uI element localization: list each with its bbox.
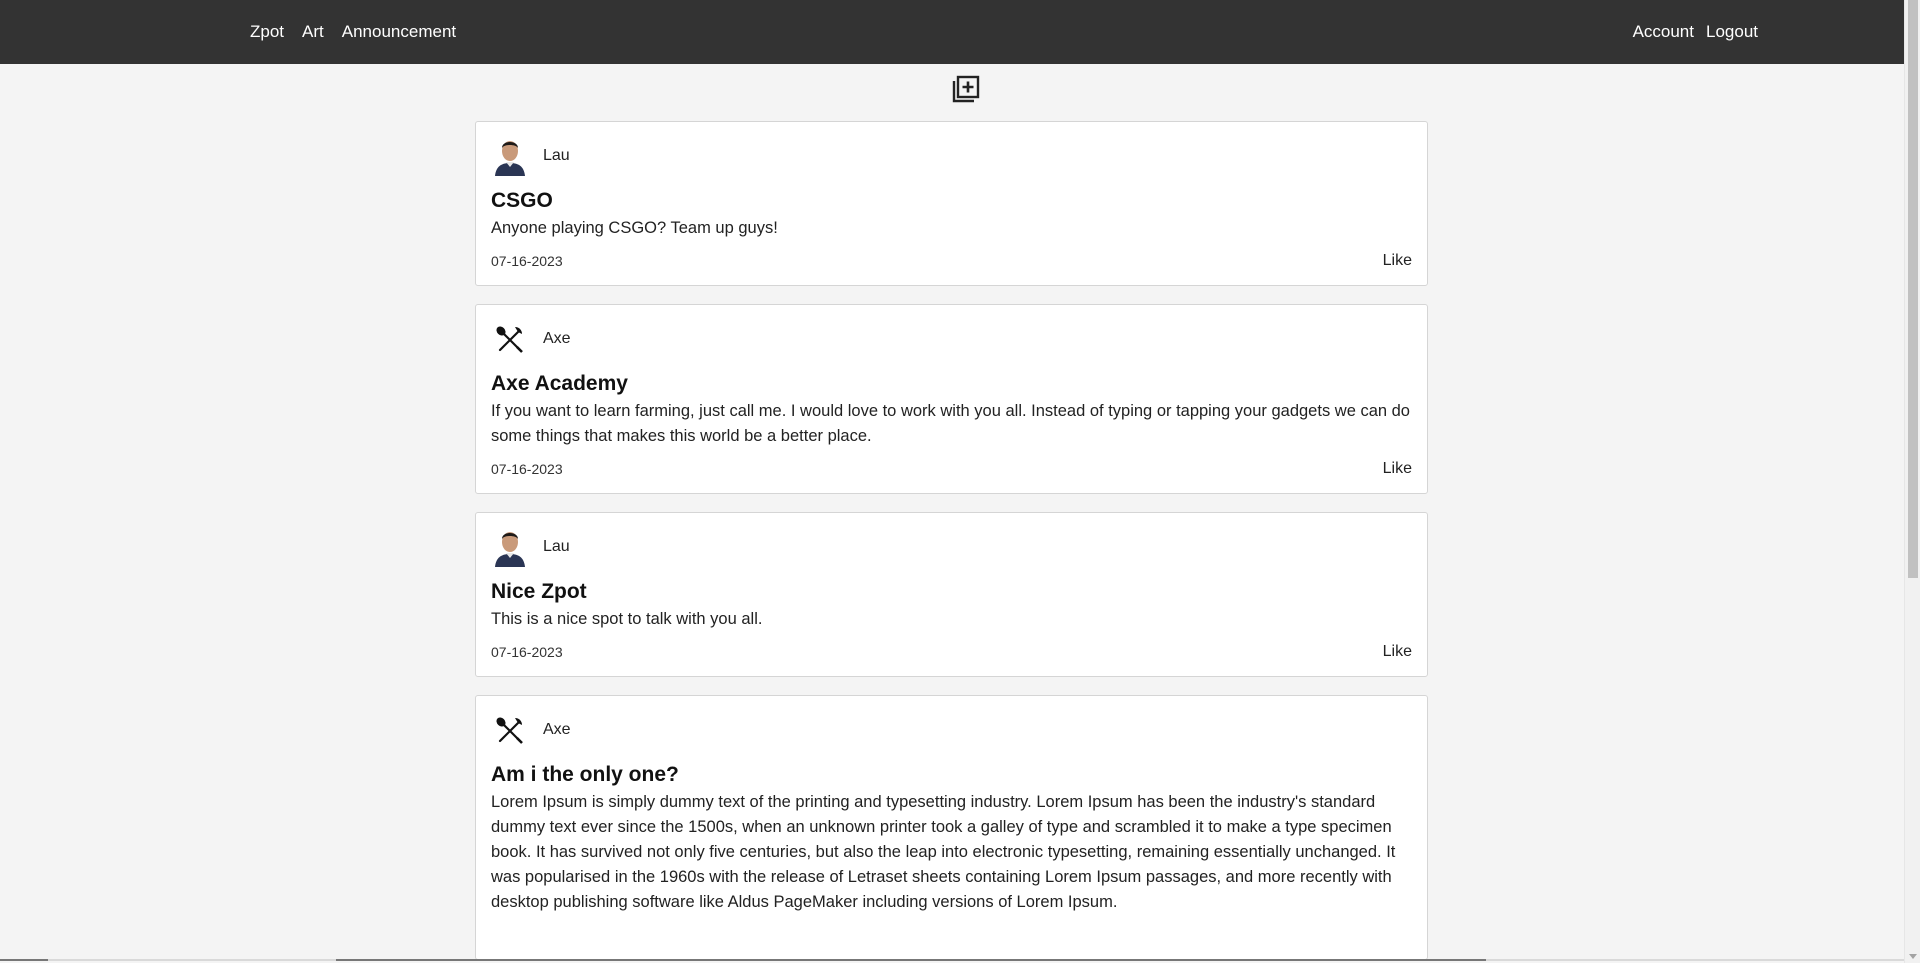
post-author: Lau	[491, 527, 1412, 567]
nav-link-zpot[interactable]: Zpot	[250, 22, 284, 42]
post-title: Axe Academy	[491, 372, 628, 395]
post-title: Am i the only one?	[491, 763, 679, 786]
add-post-button[interactable]	[951, 74, 981, 104]
person-photo-icon	[493, 136, 527, 176]
post-body: Anyone playing CSGO? Team up guys!	[491, 219, 778, 237]
post-footer	[491, 925, 1412, 945]
bottom-segment	[336, 959, 1486, 961]
nav-link-announcement[interactable]: Announcement	[342, 22, 456, 42]
avatar	[491, 136, 529, 176]
post-card: Axe Axe Academy If you want to learn far…	[475, 304, 1428, 494]
post-footer: 07-16-2023 Like	[491, 459, 1412, 479]
nav-right: Account Logout	[1633, 22, 1758, 42]
page: Zpot Art Announcement Account Logout Lau…	[0, 0, 1904, 961]
post-author: Lau	[491, 136, 1412, 176]
post-card: Lau Nice Zpot This is a nice spot to tal…	[475, 512, 1428, 677]
post-title: Nice Zpot	[491, 580, 587, 603]
axe-shovel-icon	[496, 717, 523, 744]
like-button[interactable]: Like	[1383, 643, 1412, 661]
post-footer: 07-16-2023 Like	[491, 251, 1412, 271]
nav-left: Zpot Art Announcement	[250, 22, 456, 42]
post-body: Lorem Ipsum is simply dummy text of the …	[491, 793, 1396, 911]
post-footer: 07-16-2023 Like	[491, 642, 1412, 662]
post-body: If you want to learn farming, just call …	[491, 402, 1410, 445]
post-date: 07-16-2023	[491, 461, 563, 477]
like-button[interactable]: Like	[1383, 460, 1412, 478]
author-name[interactable]: Axe	[543, 330, 571, 348]
author-name[interactable]: Lau	[543, 538, 570, 556]
like-button[interactable]: Like	[1383, 252, 1412, 270]
author-name[interactable]: Axe	[543, 721, 571, 739]
scrollbar-thumb[interactable]	[1908, 0, 1918, 578]
post-feed: Lau CSGO Anyone playing CSGO? Team up gu…	[475, 121, 1428, 961]
vertical-scrollbar[interactable]	[1904, 0, 1920, 963]
bottom-segment	[0, 959, 48, 961]
axe-shovel-icon	[496, 326, 523, 353]
post-title: CSGO	[491, 189, 553, 212]
avatar	[491, 527, 529, 567]
post-card: Axe Am i the only one? Lorem Ipsum is si…	[475, 695, 1428, 960]
top-navbar: Zpot Art Announcement Account Logout	[0, 0, 1904, 64]
avatar	[491, 319, 529, 359]
nav-link-account[interactable]: Account	[1633, 22, 1694, 42]
post-author: Axe	[491, 319, 1412, 359]
author-name[interactable]: Lau	[543, 147, 570, 165]
avatar	[491, 710, 529, 750]
scroll-down-arrow-icon[interactable]	[1909, 954, 1917, 959]
post-date: 07-16-2023	[491, 253, 563, 269]
post-author: Axe	[491, 710, 1412, 750]
post-date: 07-16-2023	[491, 644, 563, 660]
post-card: Lau CSGO Anyone playing CSGO? Team up gu…	[475, 121, 1428, 286]
bottom-divider	[0, 959, 1904, 961]
add-post-icon	[952, 75, 980, 103]
person-photo-icon	[493, 527, 527, 567]
nav-link-art[interactable]: Art	[302, 22, 324, 42]
nav-link-logout[interactable]: Logout	[1706, 22, 1758, 42]
post-body: This is a nice spot to talk with you all…	[491, 610, 763, 628]
